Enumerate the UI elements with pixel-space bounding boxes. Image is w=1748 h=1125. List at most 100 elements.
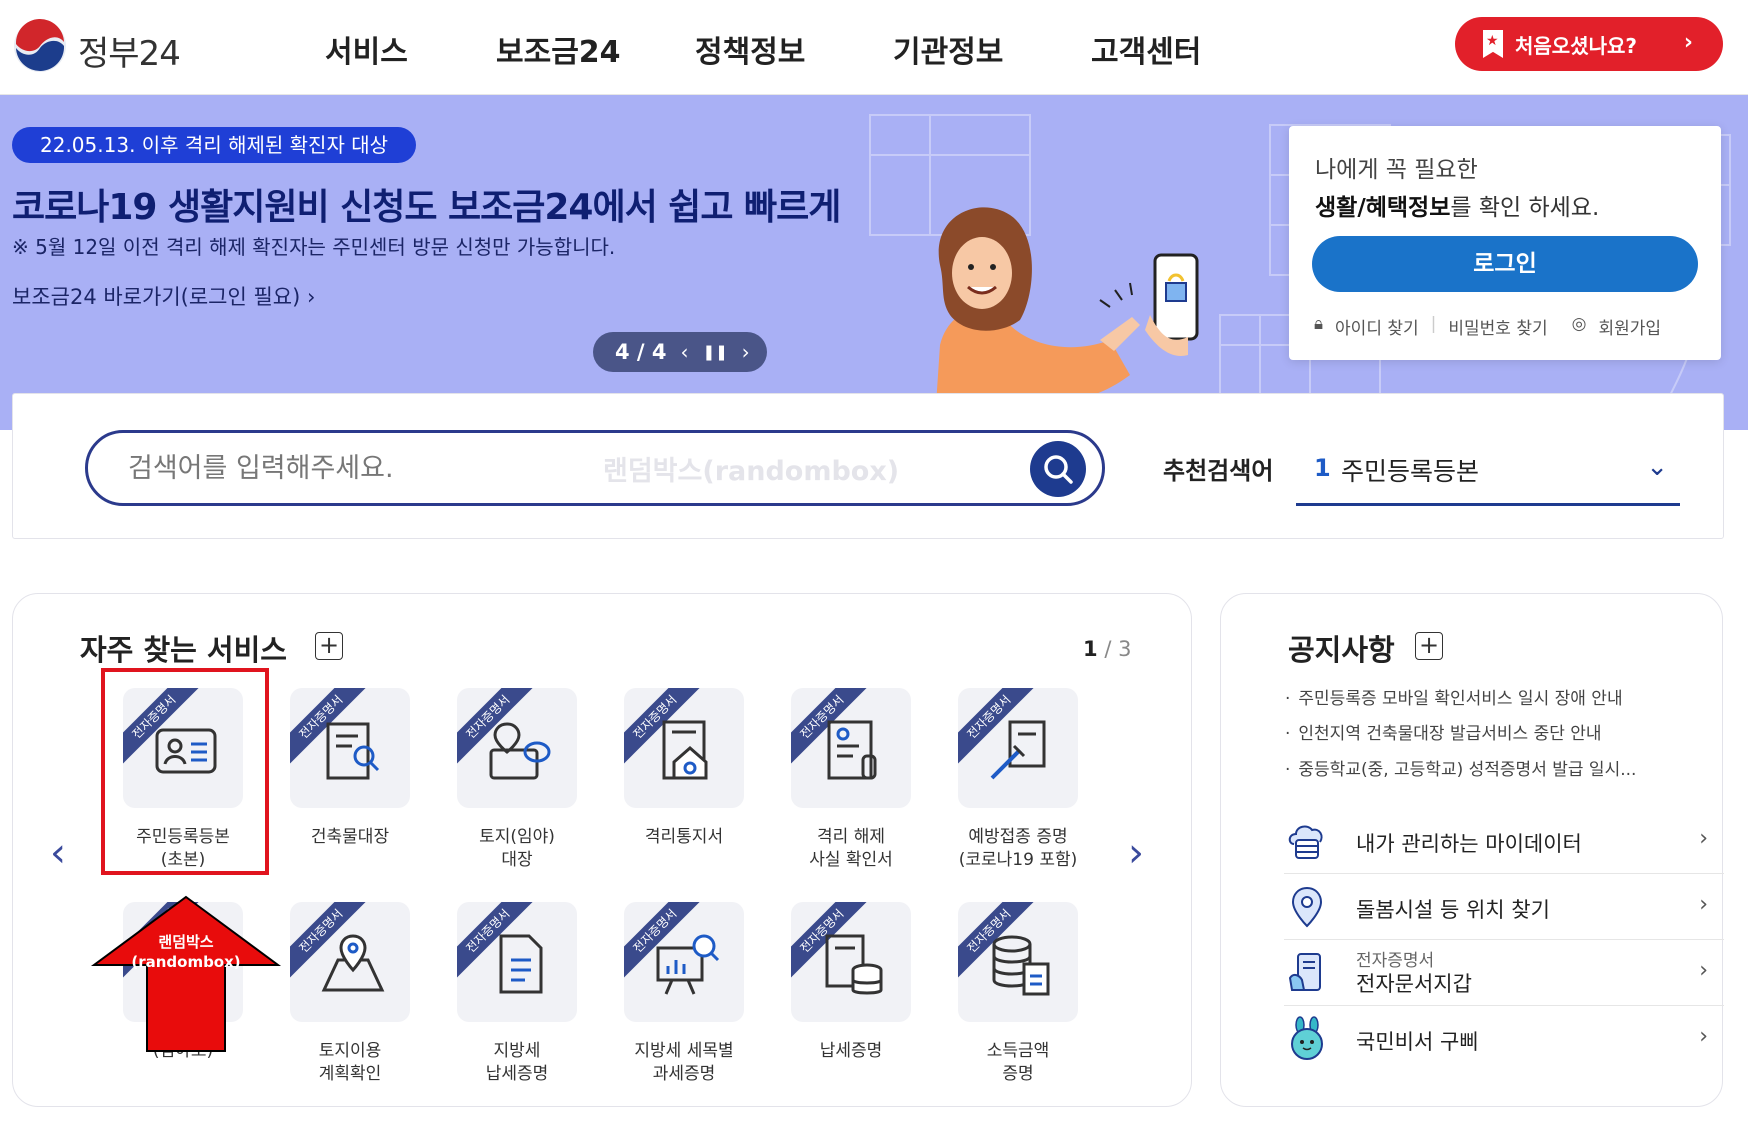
mobile-document-icon — [1288, 953, 1321, 991]
gupi-secretary-link[interactable]: 국민비서 구삐 › — [1284, 1006, 1724, 1072]
page-current: 1 — [1083, 637, 1098, 661]
chevron-down-icon[interactable]: ⌄ — [1646, 452, 1668, 482]
login-prompt-line1: 나에게 꼭 필요한 — [1315, 157, 1478, 183]
recommend-keyword[interactable]: 주민등록등본 — [1341, 452, 1479, 488]
location-pin-icon — [1291, 886, 1323, 928]
search-button[interactable] — [1030, 441, 1086, 497]
find-password-link[interactable]: 비밀번호 찾기 — [1448, 314, 1547, 339]
nav-policy-info[interactable]: 정책정보 — [695, 27, 805, 71]
notice-item[interactable]: 중등학교(중, 고등학교) 성적증명서 발급 일시... — [1285, 755, 1636, 780]
bookmark-icon — [1483, 30, 1503, 58]
service-tile-box[interactable]: 전자증명서 — [290, 688, 410, 808]
land-use-map-icon — [321, 934, 385, 992]
notice-title: 공지사항 — [1288, 633, 1395, 667]
notice-item[interactable]: 인천지역 건축물대장 발급서비스 중단 안내 — [1285, 719, 1601, 744]
service-tile-label: 토지(임야) 대장 — [479, 827, 555, 870]
gupi-label: 국민비서 구삐 — [1356, 1030, 1479, 1054]
service-tile-box[interactable]: 전자증명서 — [791, 902, 911, 1022]
e-wallet-label: 전자문서지갑 — [1356, 972, 1472, 996]
notice-more-button[interactable]: + — [1415, 632, 1443, 660]
service-tile-box[interactable]: 전자증명서 — [958, 902, 1078, 1022]
nav-subsidy24[interactable]: 보조금24 — [496, 27, 621, 71]
search-icon — [1044, 455, 1073, 484]
quick-links: 내가 관리하는 마이데이터 › 돌봄시설 등 위치 찾기 › 전자증명서 전자문… — [1244, 808, 1724, 1088]
service-tile-box[interactable]: 전자증명서 — [791, 688, 911, 808]
vaccine-syringe-icon — [990, 720, 1046, 780]
login-prompt-bold: 생활/혜택정보 — [1315, 195, 1451, 221]
arrow-label-line1: 랜덤박스 — [158, 933, 214, 951]
frequent-services-title: 자주 찾는 서비스 — [80, 633, 287, 667]
service-tile-box[interactable]: 전자증명서 — [290, 902, 410, 1022]
divider: | — [1430, 314, 1437, 334]
login-links: 🔒︎ 아이디 찾기 | 비밀번호 찾기 ◎ 회원가입 — [1314, 314, 1661, 339]
page-total: / 3 — [1104, 637, 1132, 661]
recommend-select[interactable]: 1 주민등록등본 ⌄ — [1296, 440, 1680, 506]
local-tax-doc-icon — [499, 934, 543, 994]
cloud-database-icon — [1288, 825, 1323, 859]
mydata-link[interactable]: 내가 관리하는 마이데이터 › — [1284, 808, 1724, 874]
service-tile-box[interactable]: 전자증명서 — [624, 902, 744, 1022]
services-more-button[interactable]: + — [315, 632, 343, 660]
service-tile-label: 토지이용 계획확인 — [318, 1041, 382, 1084]
e-wallet-link[interactable]: 전자증명서 전자문서지갑 › — [1284, 940, 1724, 1006]
service-tile-box[interactable]: 전자증명서 — [958, 688, 1078, 808]
care-facility-link[interactable]: 돌봄시설 등 위치 찾기 › — [1284, 874, 1724, 940]
services-prev-arrow[interactable]: ‹ — [50, 830, 66, 876]
release-certificate-icon — [827, 720, 877, 780]
service-tile-label: 격리통지서 — [644, 827, 724, 847]
government-logo-icon[interactable] — [12, 18, 68, 74]
lock-icon: 🔒︎ — [1314, 314, 1324, 334]
find-id-link[interactable]: 아이디 찾기 — [1335, 314, 1419, 339]
highlight-box — [101, 668, 269, 875]
logo-text[interactable]: 정부24 — [78, 26, 181, 75]
banner-pager: 4 / 4 ‹ ❚❚ › — [593, 332, 767, 372]
nav-services[interactable]: 서비스 — [325, 27, 408, 71]
chevron-right-icon: › — [1683, 30, 1693, 55]
care-facility-label: 돌봄시설 등 위치 찾기 — [1356, 898, 1550, 922]
first-visit-label: 처음오셨나요? — [1515, 33, 1638, 58]
service-tile-label: 지방세 납세증명 — [485, 1041, 549, 1084]
arrow-annotation-label: 랜덤박스 (randombox) — [100, 932, 272, 972]
target-pill: 22.05.13. 이후 격리 해제된 확진자 대상 — [12, 127, 417, 163]
hero-note: ※ 5월 12일 이전 격리 해제 확진자는 주민센터 방문 신청만 가능합니다… — [12, 235, 616, 259]
land-map-icon — [489, 722, 551, 780]
subsidy24-shortcut-link[interactable]: 보조금24 바로가기(로그인 필요) › — [12, 281, 315, 311]
chevron-right-icon: › — [1699, 958, 1708, 983]
service-tile-box[interactable]: 전자증명서 — [624, 688, 744, 808]
prev-slide-icon[interactable]: ‹ — [681, 340, 689, 364]
service-tile-label: 예방접종 증명 (코로나19 포함) — [958, 827, 1078, 870]
login-button[interactable]: 로그인 — [1312, 236, 1698, 292]
service-tile-label: 소득금액 증명 — [986, 1041, 1050, 1084]
watermark-text: 랜덤박스(randombox) — [603, 456, 900, 487]
first-visit-button[interactable]: 처음오셨나요? › — [1455, 17, 1723, 71]
login-prompt-rest: 를 확인 하세요. — [1450, 195, 1600, 221]
service-tile-label: 격리 해제 사실 확인서 — [809, 827, 893, 870]
chevron-right-icon: › — [1699, 826, 1708, 851]
hero-title: 코로나19 생활지원비 신청도 보조금24에서 쉽고 빠르게 — [12, 187, 841, 228]
service-tile-label: 건축물대장 — [310, 827, 390, 847]
user-circle-icon: ◎ — [1571, 314, 1587, 334]
building-register-icon — [326, 722, 380, 780]
tax-doc-stack-icon — [825, 934, 883, 995]
nav-customer-center[interactable]: 고객센터 — [1091, 27, 1201, 71]
services-next-arrow[interactable]: › — [1128, 830, 1144, 876]
nav-agency-info[interactable]: 기관정보 — [893, 27, 1003, 71]
red-arrow-annotation — [90, 895, 282, 1052]
chevron-right-icon: › — [1699, 892, 1708, 917]
gupi-mascot-icon — [1291, 1016, 1323, 1060]
service-tile-label: 납세증명 — [819, 1041, 883, 1061]
recommend-label: 추천검색어 — [1163, 457, 1274, 485]
pause-icon[interactable]: ❚❚ — [703, 343, 728, 361]
presentation-chart-icon — [656, 934, 720, 995]
site-header: 정부24 서비스 보조금24 정책정보 기관정보 고객센터 처음오셨나요? › — [0, 0, 1748, 95]
login-prompt-line2: 생활/혜택정보를 확인 하세요. — [1315, 188, 1599, 222]
chevron-right-icon: › — [1699, 1024, 1708, 1049]
notice-item[interactable]: 주민등록증 모바일 확인서비스 일시 장애 안내 — [1285, 684, 1622, 709]
signup-link[interactable]: 회원가입 — [1598, 314, 1661, 339]
service-tile-box[interactable]: 전자증명서 — [457, 902, 577, 1022]
recommend-rank: 1 — [1314, 454, 1331, 482]
house-virus-icon — [662, 720, 708, 780]
service-tile-box[interactable]: 전자증명서 — [457, 688, 577, 808]
next-slide-icon[interactable]: › — [742, 340, 750, 364]
database-doc-icon — [992, 935, 1050, 996]
